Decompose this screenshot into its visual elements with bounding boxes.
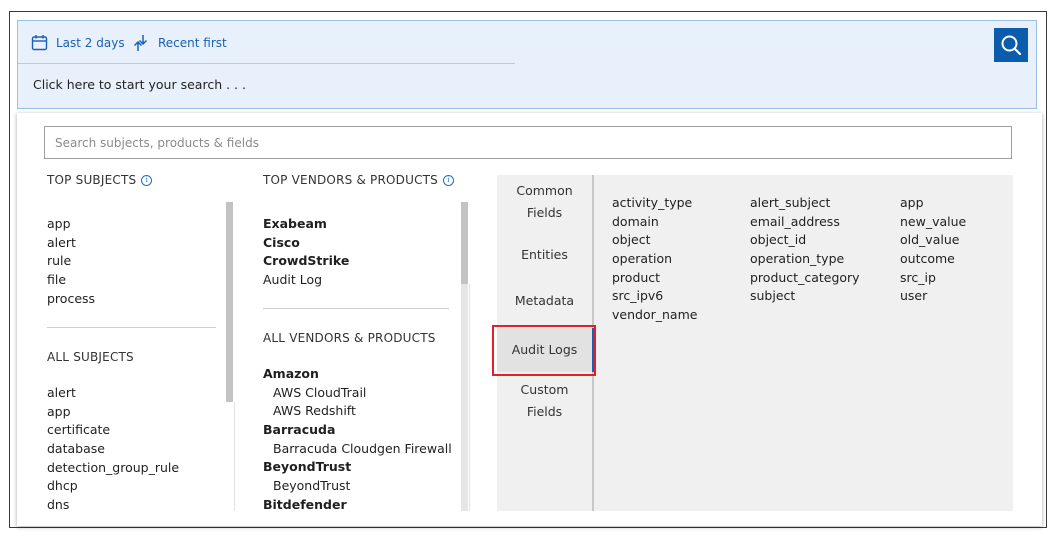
field-item-product[interactable]: product: [612, 269, 697, 288]
field-item-src-ip[interactable]: src_ip: [900, 269, 966, 288]
vendor-item-barracuda[interactable]: Barracuda: [263, 421, 452, 440]
field-item-activity-type[interactable]: activity_type: [612, 194, 697, 213]
product-item-aws-redshift[interactable]: AWS Redshift: [263, 402, 452, 421]
field-item-user[interactable]: user: [900, 287, 966, 306]
sort-order-label: Recent first: [158, 36, 227, 50]
vendors-scrollbar-thumb[interactable]: [461, 202, 468, 284]
vendor-item-bitdefender[interactable]: Bitdefender: [263, 496, 452, 515]
product-item-beyondtrust[interactable]: BeyondTrust: [263, 477, 452, 496]
product-item-barracuda-cloudgen-firewall[interactable]: Barracuda Cloudgen Firewall: [263, 440, 452, 459]
search-prompt[interactable]: Click here to start your search . . .: [33, 77, 246, 92]
top-subjects-heading: TOP SUBJECTS i: [47, 173, 232, 187]
vendor-item-crowdstrike[interactable]: CrowdStrike: [263, 252, 349, 271]
tab-metadata[interactable]: Metadata: [497, 290, 592, 312]
top-subjects-heading-text: TOP SUBJECTS: [47, 173, 137, 187]
subject-product-field-search-input[interactable]: [44, 126, 1012, 159]
top-vendors-heading: TOP VENDORS & PRODUCTS i: [263, 173, 463, 187]
field-item-object-id[interactable]: object_id: [750, 231, 860, 250]
tab-entities[interactable]: Entities: [497, 244, 592, 266]
all-subjects-heading: ALL SUBJECTS: [47, 350, 134, 364]
active-tab-highlight-box: [492, 325, 596, 376]
search-bar-divider: [18, 63, 515, 64]
vendors-column: TOP VENDORS & PRODUCTS i Exabeam Cisco Cro…: [263, 173, 463, 512]
field-item-src-ipv6[interactable]: src_ipv6: [612, 287, 697, 306]
tab-custom-fields[interactable]: Custom Fields: [497, 379, 592, 423]
fields-column-2: alert_subject email_address object_id opera…: [750, 194, 860, 306]
subject-item-alert[interactable]: alert: [47, 234, 95, 253]
vendor-item-amazon[interactable]: Amazon: [263, 365, 452, 384]
tab-common-fields[interactable]: Common Fields: [497, 180, 592, 224]
calendar-icon: [31, 35, 48, 51]
search-button[interactable]: [994, 28, 1028, 62]
field-item-old-value[interactable]: old_value: [900, 231, 966, 250]
subjects-column-rule: [234, 402, 235, 511]
field-category-tabs: Common Fields Entities Metadata Audit Logs C…: [492, 175, 596, 511]
subject-item-process[interactable]: process: [47, 290, 95, 309]
field-item-vendor-name[interactable]: vendor_name: [612, 306, 697, 325]
product-item-audit-log[interactable]: Audit Log: [263, 271, 349, 290]
subject-item-app[interactable]: app: [47, 403, 179, 422]
top-vendors-heading-text: TOP VENDORS & PRODUCTS: [263, 173, 438, 187]
field-item-operation[interactable]: operation: [612, 250, 697, 269]
vendors-column-rule: [469, 284, 470, 511]
field-item-outcome[interactable]: outcome: [900, 250, 966, 269]
field-item-email-address[interactable]: email_address: [750, 213, 860, 232]
search-icon: [1001, 35, 1022, 56]
top-subjects-list: app alert rule file process: [47, 215, 95, 308]
subject-item-database[interactable]: database: [47, 440, 179, 459]
field-item-product-category[interactable]: product_category: [750, 269, 860, 288]
sort-order-filter[interactable]: Recent first: [132, 34, 227, 52]
subject-item-alert[interactable]: alert: [47, 384, 179, 403]
time-range-filter[interactable]: Last 2 days: [31, 34, 125, 51]
subjects-scrollbar-thumb[interactable]: [226, 202, 233, 402]
vendor-item-beyondtrust[interactable]: BeyondTrust: [263, 458, 452, 477]
info-icon[interactable]: i: [141, 174, 153, 186]
info-icon[interactable]: i: [443, 174, 454, 186]
search-dropdown-panel: TOP SUBJECTS i appalertrulefileprocess A…: [17, 113, 1042, 526]
subjects-separator: [47, 327, 216, 328]
top-vendors-list: Exabeam Cisco CrowdStrike Audit Log: [263, 215, 349, 290]
vendor-item-cisco[interactable]: Cisco: [263, 234, 349, 253]
field-item-domain[interactable]: domain: [612, 213, 697, 232]
sort-arrows-icon: [133, 35, 148, 51]
field-item-app[interactable]: app: [900, 194, 966, 213]
all-vendors-heading: ALL VENDORS & PRODUCTS: [263, 331, 436, 345]
fields-area: Common Fields Entities Metadata Audit Logs C…: [492, 175, 1013, 511]
subject-item-file[interactable]: file: [47, 271, 95, 290]
subject-item-detection-group-rule[interactable]: detection_group_rule: [47, 459, 179, 478]
field-item-alert-subject[interactable]: alert_subject: [750, 194, 860, 213]
field-item-operation-type[interactable]: operation_type: [750, 250, 860, 269]
field-item-new-value[interactable]: new_value: [900, 213, 966, 232]
all-vendors-list: Amazon AWS CloudTrail AWS Redshift Barracud…: [263, 365, 452, 515]
vendor-item-exabeam[interactable]: Exabeam: [263, 215, 349, 234]
fields-column-3: app new_value old_value outcome src_ip user: [900, 194, 966, 306]
time-range-label: Last 2 days: [56, 35, 125, 50]
all-subjects-list: alert app certificate database detection_gro…: [47, 384, 179, 515]
subject-item-rule[interactable]: rule: [47, 252, 95, 271]
subject-item-app[interactable]: app: [47, 215, 95, 234]
active-tab-indicator: [592, 328, 594, 372]
subjects-column: TOP SUBJECTS i app alert rule file process A…: [47, 173, 232, 512]
field-item-object[interactable]: object: [612, 231, 697, 250]
subject-item-dhcp[interactable]: dhcp: [47, 477, 179, 496]
fields-column-1: activity_type domain object operation produc…: [612, 194, 697, 325]
search-bar[interactable]: Last 2 days Recent first Click here to s…: [17, 20, 1037, 109]
product-item-aws-cloudtrail[interactable]: AWS CloudTrail: [263, 384, 452, 403]
vendors-separator: [263, 308, 449, 309]
subject-item-certificate[interactable]: certificate: [47, 421, 179, 440]
field-item-subject[interactable]: subject: [750, 287, 860, 306]
subject-item-dns[interactable]: dns: [47, 496, 179, 515]
